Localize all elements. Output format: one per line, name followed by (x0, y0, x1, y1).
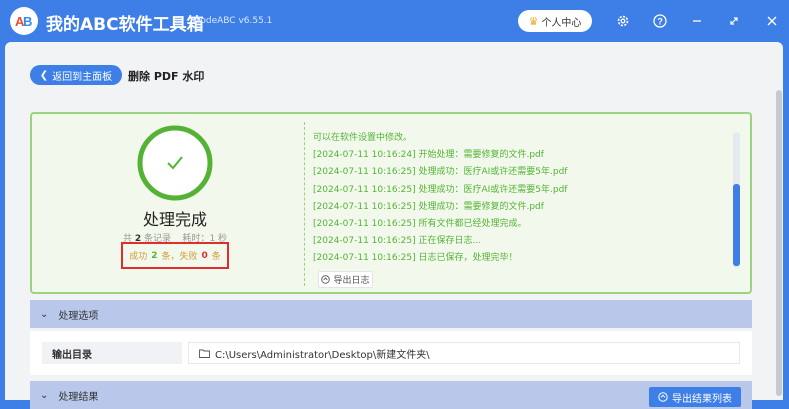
export-results-label: 导出结果列表 (672, 393, 732, 405)
log-line: [2024-07-11 10:16:25] 处理成功：医疗AI或许还需要5年.p… (313, 167, 568, 178)
log-line: [2024-07-11 10:16:25] 处理成功：需要修复的文件.pdf (313, 201, 544, 212)
page-title: 删除 PDF 水印 (128, 70, 205, 83)
help-icon[interactable]: ? (650, 11, 670, 31)
output-directory-field[interactable]: C:\Users\Administrator\Desktop\新建文件夹\ (188, 342, 740, 364)
export-log-button[interactable]: 导出日志 (318, 271, 373, 288)
log-scrollbar[interactable] (733, 132, 740, 268)
export-icon (658, 392, 668, 402)
log-line: [2024-07-11 10:16:25] 日志已保存，处理完毕！ (313, 253, 518, 264)
process-log: 可以在软件设置中修改。 [2024-07-11 10:16:24] 开始处理：需… (313, 130, 733, 268)
export-log-label: 导出日志 (333, 276, 370, 286)
log-line: 可以在软件设置中修改。 (313, 133, 413, 143)
export-results-button[interactable]: 导出结果列表 (649, 387, 741, 407)
chevron-left-icon: ❮ (39, 69, 49, 81)
output-directory-label: 输出目录 (42, 342, 182, 364)
back-button-label: 返回到主面板 (52, 71, 113, 83)
success-check-icon (136, 124, 214, 202)
success-label: 成功 (129, 252, 148, 262)
success-count: 2 (151, 250, 158, 261)
log-line: [2024-07-11 10:16:24] 开始处理：需要修复的文件.pdf (313, 150, 544, 161)
result-panel: 处理完成 共 2 条记录 耗时：1 秒 成功 2 条，失败 0 条 可以在软件设… (30, 112, 752, 294)
fail-count: 0 (201, 250, 208, 261)
log-line: [2024-07-11 10:16:25] 正在保存日志... (313, 236, 482, 247)
settings-icon[interactable] (613, 11, 633, 31)
chevron-down-icon: ⌄ (40, 308, 49, 320)
user-center-button[interactable]: ♛ 个人中心 (518, 10, 592, 32)
main-scrollbar[interactable] (775, 88, 783, 400)
minimize-icon[interactable] (687, 11, 707, 31)
title-bar: A B 我的ABC软件工具箱 WodeABC v6.55.1 ♛ 个人中心 ? (0, 0, 789, 42)
folder-icon (199, 349, 210, 358)
output-directory-row: 输出目录 C:\Users\Administrator\Desktop\新建文件… (30, 331, 752, 375)
result-stats-box: 成功 2 条，失败 0 条 (121, 242, 229, 269)
log-line: [2024-07-11 10:16:25] 处理成功：医疗AI或许还需要5年.p… (313, 184, 568, 195)
log-scrollbar-thumb[interactable] (733, 184, 740, 266)
app-logo: A B (10, 7, 38, 35)
results-header-label: 处理结果 (58, 391, 99, 403)
app-version: WodeABC v6.55.1 (192, 16, 273, 26)
back-to-main-button[interactable]: ❮ 返回到主面板 (30, 65, 122, 85)
success-unit: 条，失败 (161, 252, 198, 262)
options-header-label: 处理选项 (58, 310, 99, 322)
options-section-header[interactable]: ⌄ 处理选项 (30, 300, 752, 328)
main-scrollbar-thumb[interactable] (776, 90, 782, 396)
log-line: [2024-07-11 10:16:25] 所有文件都已经处理完成。 (313, 219, 527, 230)
user-center-label: 个人中心 (541, 17, 582, 29)
results-section-header[interactable]: ⌄ 处理结果 (30, 381, 752, 409)
maximize-icon[interactable] (724, 11, 744, 31)
panel-divider (304, 122, 305, 286)
main-panel: ❮ 返回到主面板 删除 PDF 水印 处理完成 共 2 条记录 耗时：1 秒 成… (5, 42, 783, 409)
crown-icon: ♛ (528, 14, 539, 28)
svg-text:B: B (23, 14, 32, 29)
output-path-text: C:\Users\Administrator\Desktop\新建文件夹\ (215, 349, 430, 361)
status-title: 处理完成 (142, 210, 207, 229)
app-title: 我的ABC软件工具箱 (46, 15, 204, 35)
close-icon[interactable] (762, 11, 782, 31)
chevron-down-icon: ⌄ (40, 389, 49, 401)
svg-text:?: ? (657, 17, 663, 27)
fail-unit: 条 (211, 252, 221, 262)
export-icon (321, 275, 331, 284)
